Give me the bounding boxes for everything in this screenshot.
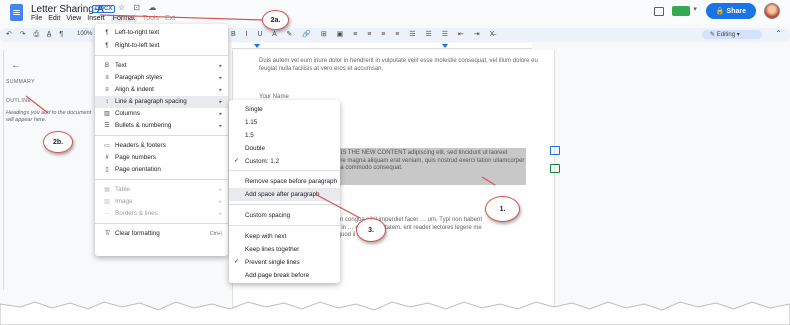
annotation-arrows xyxy=(25,14,496,219)
callout-2b: 2b. xyxy=(43,131,73,153)
torn-edge xyxy=(0,301,790,325)
callout-3: 3. xyxy=(356,218,386,242)
callout-1: 1. xyxy=(485,196,520,222)
callout-2a: 2a. xyxy=(262,10,289,30)
